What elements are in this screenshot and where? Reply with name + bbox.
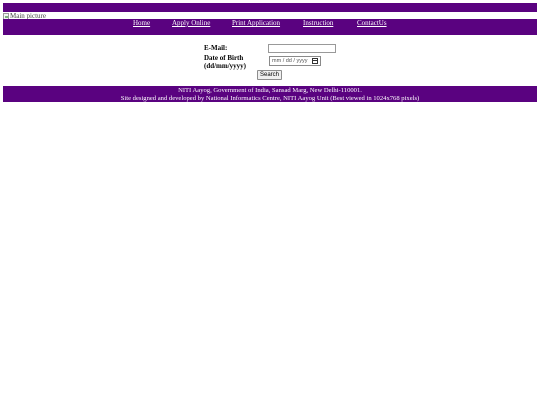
- email-label: E-Mail:: [204, 44, 228, 52]
- footer: NITI Aayog, Government of India, Sansad …: [3, 86, 537, 102]
- page: Main picture Home Apply Online Print App…: [0, 0, 540, 405]
- email-field[interactable]: [268, 44, 336, 53]
- date-of-birth-placeholder: mm / dd / yyyy: [272, 58, 308, 64]
- footer-address: NITI Aayog, Government of India, Sansad …: [178, 87, 362, 94]
- nav-instruction-link[interactable]: Instruction: [303, 19, 333, 27]
- nav-apply-online-link[interactable]: Apply Online: [172, 19, 210, 27]
- top-banner-bar: [3, 3, 537, 12]
- date-of-birth-field[interactable]: mm / dd / yyyy: [269, 56, 321, 66]
- search-button[interactable]: Search: [257, 70, 282, 80]
- footer-credits: Site designed and developed by National …: [120, 94, 420, 102]
- nav-contact-us-link[interactable]: ContactUs: [357, 19, 387, 27]
- nav-print-application-link[interactable]: Print Application: [232, 19, 280, 27]
- nav-home-link[interactable]: Home: [133, 19, 150, 27]
- dob-format-label: (dd/mm/yyyy): [204, 62, 246, 70]
- dob-label: Date of Birth: [204, 54, 244, 62]
- calendar-icon[interactable]: [312, 58, 318, 64]
- nav-bar: Home Apply Online Print Application Inst…: [3, 19, 537, 35]
